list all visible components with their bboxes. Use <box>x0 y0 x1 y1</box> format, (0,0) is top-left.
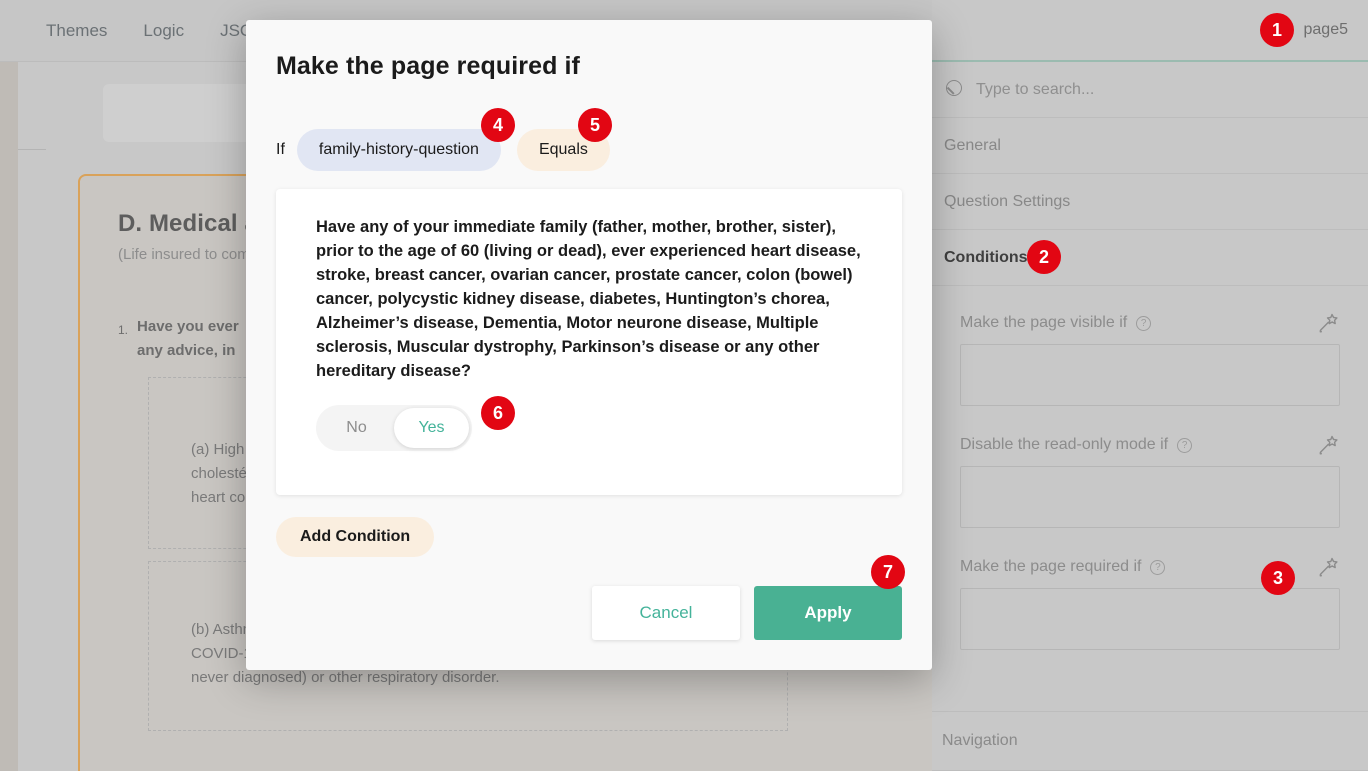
search-input-placeholder[interactable]: Type to search... <box>976 81 1094 99</box>
sidebar-page-name: page5 <box>1304 21 1349 39</box>
properties-sidebar: page5 Type to search... General Question… <box>932 0 1368 771</box>
field-input[interactable] <box>960 466 1340 528</box>
field-header: Disable the read-only mode if ? <box>960 430 1340 460</box>
if-label: If <box>276 141 285 159</box>
sidebar-footer: Navigation <box>932 711 1368 771</box>
search-icon <box>944 79 966 101</box>
field-disable-readonly-if: Disable the read-only mode if ? <box>960 430 1340 528</box>
toggle-option-yes[interactable]: Yes <box>394 408 469 448</box>
magic-wand-icon[interactable] <box>1314 432 1340 458</box>
sidebar-section-question-settings[interactable]: Question Settings <box>932 174 1368 230</box>
conditions-panel: Make the page visible if ? <box>932 286 1368 680</box>
help-icon[interactable]: ? <box>1177 438 1192 453</box>
question-line-1: Have you ever <box>137 318 239 335</box>
sidebar-header: page5 <box>932 0 1368 62</box>
annotation-badge-1: 1 <box>1260 13 1294 47</box>
magic-wand-icon[interactable] <box>1314 310 1340 336</box>
modal-action-bar: Cancel Apply <box>592 586 902 640</box>
field-label: Make the page required if <box>960 558 1141 576</box>
cancel-button[interactable]: Cancel <box>592 586 740 640</box>
modal-title: Make the page required if <box>276 52 902 81</box>
question-text: Have you ever any advice, in <box>137 315 239 363</box>
annotation-badge-3: 3 <box>1261 561 1295 595</box>
field-header: Make the page visible if ? <box>960 308 1340 338</box>
annotation-badge-4: 4 <box>481 108 515 142</box>
field-make-page-visible-if: Make the page visible if ? <box>960 308 1340 406</box>
question-line-2: any advice, in <box>137 342 235 359</box>
annotation-badge-6: 6 <box>481 396 515 430</box>
help-icon[interactable]: ? <box>1150 560 1165 575</box>
sidebar-section-general[interactable]: General <box>932 118 1368 174</box>
toggle-option-no[interactable]: No <box>319 408 394 448</box>
add-condition-button[interactable]: Add Condition <box>276 517 434 557</box>
left-rail <box>0 62 18 771</box>
answer-editor-card: Have any of your immediate family (fathe… <box>276 189 902 495</box>
rail-divider <box>18 149 46 150</box>
annotation-badge-5: 5 <box>578 108 612 142</box>
tab-logic[interactable]: Logic <box>125 0 202 62</box>
question-number: 1. <box>118 315 128 363</box>
boolean-answer-toggle[interactable]: No Yes <box>316 405 472 451</box>
annotation-badge-2: 2 <box>1027 240 1061 274</box>
sidebar-section-conditions[interactable]: Conditions <box>932 230 1368 286</box>
magic-wand-icon[interactable] <box>1314 554 1340 580</box>
field-label: Disable the read-only mode if <box>960 436 1168 454</box>
field-label: Make the page visible if <box>960 314 1127 332</box>
app-root: Themes Logic JSO D. Medical a (Life insu… <box>0 0 1368 771</box>
question-selector-pill[interactable]: family-history-question <box>297 129 501 171</box>
sidebar-section-navigation[interactable]: Navigation <box>932 711 1368 771</box>
sidebar-search[interactable]: Type to search... <box>932 62 1368 118</box>
field-input[interactable] <box>960 344 1340 406</box>
apply-button[interactable]: Apply <box>754 586 902 640</box>
answer-question-text: Have any of your immediate family (fathe… <box>316 215 862 383</box>
annotation-badge-7: 7 <box>871 555 905 589</box>
field-input[interactable] <box>960 588 1340 650</box>
help-icon[interactable]: ? <box>1136 316 1151 331</box>
tab-themes[interactable]: Themes <box>28 0 125 62</box>
